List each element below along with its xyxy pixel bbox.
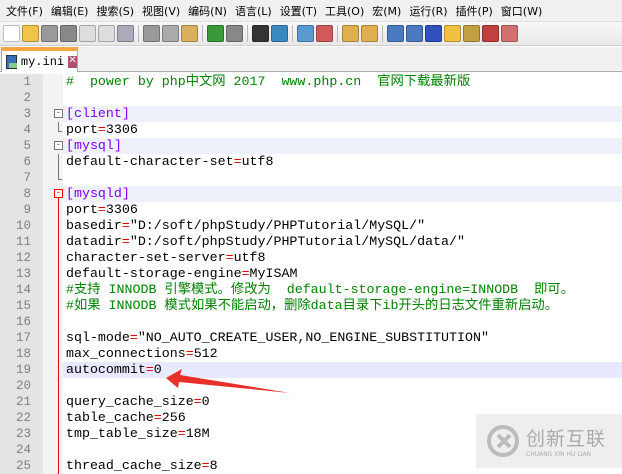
annotation-arrow	[166, 369, 290, 393]
